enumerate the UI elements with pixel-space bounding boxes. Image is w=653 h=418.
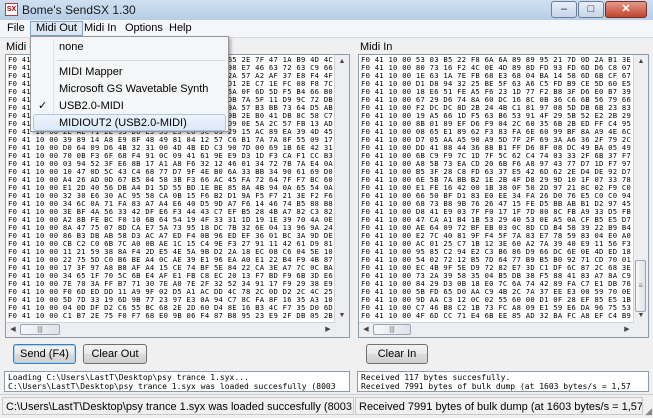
menu-option-label: USB2.0-MIDI	[59, 100, 124, 112]
menu-option-label: none	[59, 41, 84, 53]
grip-icon: |||	[37, 326, 43, 333]
scroll-thumb[interactable]: |||	[373, 324, 411, 335]
minimize-button[interactable]: –	[551, 1, 577, 18]
status-left: C:\Users\LastT\Desktop\psy trance 1.syx …	[2, 397, 354, 415]
scroll-down-icon[interactable]: ▼	[335, 309, 349, 323]
status-bar: C:\Users\LastT\Desktop\psy trance 1.syx …	[0, 394, 653, 418]
menu-option-midiout2[interactable]: MIDIOUT2 (USB2.0-MIDI)	[33, 114, 226, 131]
app-icon: SX	[5, 3, 18, 16]
menu-midi-out[interactable]: Midi Out	[30, 21, 83, 36]
midi-out-log: Loading C:\Users\LastT\Desktop\psy tranc…	[4, 371, 350, 392]
resize-grip-icon[interactable]: ◢	[645, 406, 652, 417]
scroll-left-icon[interactable]: ◀	[6, 323, 20, 337]
menu-option-gs-wavetable[interactable]: Microsoft GS Wavetable Synth	[33, 81, 226, 98]
scroll-up-icon[interactable]: ▲	[335, 55, 349, 69]
menu-midi-in[interactable]: Midi In	[79, 21, 121, 36]
midi-out-dropdown: none MIDI Mapper Microsoft GS Wavetable …	[30, 36, 229, 132]
menu-file[interactable]: File	[2, 21, 30, 36]
close-button[interactable]: ✕	[605, 1, 647, 18]
log-line: Received 7991 bytes of bulk dump (at 160…	[361, 382, 631, 391]
midi-in-horizontal-scrollbar[interactable]: ◀ ||| ▶	[359, 322, 634, 337]
log-line: C:\Users\LastT\Desktop\psy trance 1.syx …	[8, 382, 336, 391]
log-line: Loading C:\Users\LastT\Desktop\psy tranc…	[8, 373, 249, 382]
window-controls: – □ ✕	[550, 1, 647, 18]
window-title: Bome's SendSX 1.30	[22, 3, 136, 17]
send-button[interactable]: Send (F4)	[13, 344, 76, 364]
check-icon: ✓	[38, 100, 48, 112]
scroll-right-icon[interactable]: ▶	[321, 323, 335, 337]
scroll-thumb[interactable]: ≡	[635, 260, 646, 312]
midi-out-horizontal-scrollbar[interactable]: ◀ ||| ▶	[6, 322, 335, 337]
menu-option-label: MIDI Mapper	[59, 66, 123, 78]
scroll-right-icon[interactable]: ▶	[620, 323, 634, 337]
scroll-left-icon[interactable]: ◀	[359, 323, 373, 337]
clear-in-button[interactable]: Clear In	[366, 344, 428, 364]
midi-in-hex-view[interactable]: F0 41 10 00 53 03 B5 22 F8 6A 6A 89 89 9…	[358, 54, 649, 338]
log-line: Received 117 bytes succesfully.	[361, 373, 511, 382]
menu-option-label: MIDIOUT2 (USB2.0-MIDI)	[59, 117, 187, 129]
menu-option-label: Microsoft GS Wavetable Synth	[59, 83, 209, 95]
menu-options[interactable]: Options	[120, 21, 168, 36]
clear-out-button[interactable]: Clear Out	[83, 344, 147, 364]
maximize-button[interactable]: □	[578, 1, 604, 18]
scroll-up-icon[interactable]: ▲	[634, 55, 648, 69]
scroll-thumb[interactable]: |||	[20, 324, 60, 335]
menu-option-midi-mapper[interactable]: MIDI Mapper	[33, 64, 226, 81]
midi-in-label: Midi In	[360, 41, 393, 53]
grip-icon: ≡	[638, 282, 643, 290]
menu-help[interactable]: Help	[164, 21, 197, 36]
midi-out-vertical-scrollbar[interactable]: ▲ ▼	[334, 55, 349, 337]
midi-in-log: Received 117 bytes succesfully. Received…	[357, 371, 649, 392]
menu-option-none[interactable]: none	[33, 39, 226, 56]
midi-in-vertical-scrollbar[interactable]: ▲ ≡ ▼	[633, 55, 648, 337]
midi-in-hex-content: F0 41 10 00 53 03 B5 22 F8 6A 6A 89 89 9…	[361, 55, 645, 320]
menu-separator	[57, 60, 225, 61]
menu-option-usb-midi[interactable]: ✓ USB2.0-MIDI	[33, 98, 226, 115]
status-right: Received 7991 bytes of bulk dump (at 160…	[355, 397, 643, 415]
grip-icon: |||	[389, 326, 395, 333]
title-bar: SX Bome's SendSX 1.30 – □ ✕	[0, 0, 653, 21]
scroll-down-icon[interactable]: ▼	[634, 309, 648, 323]
